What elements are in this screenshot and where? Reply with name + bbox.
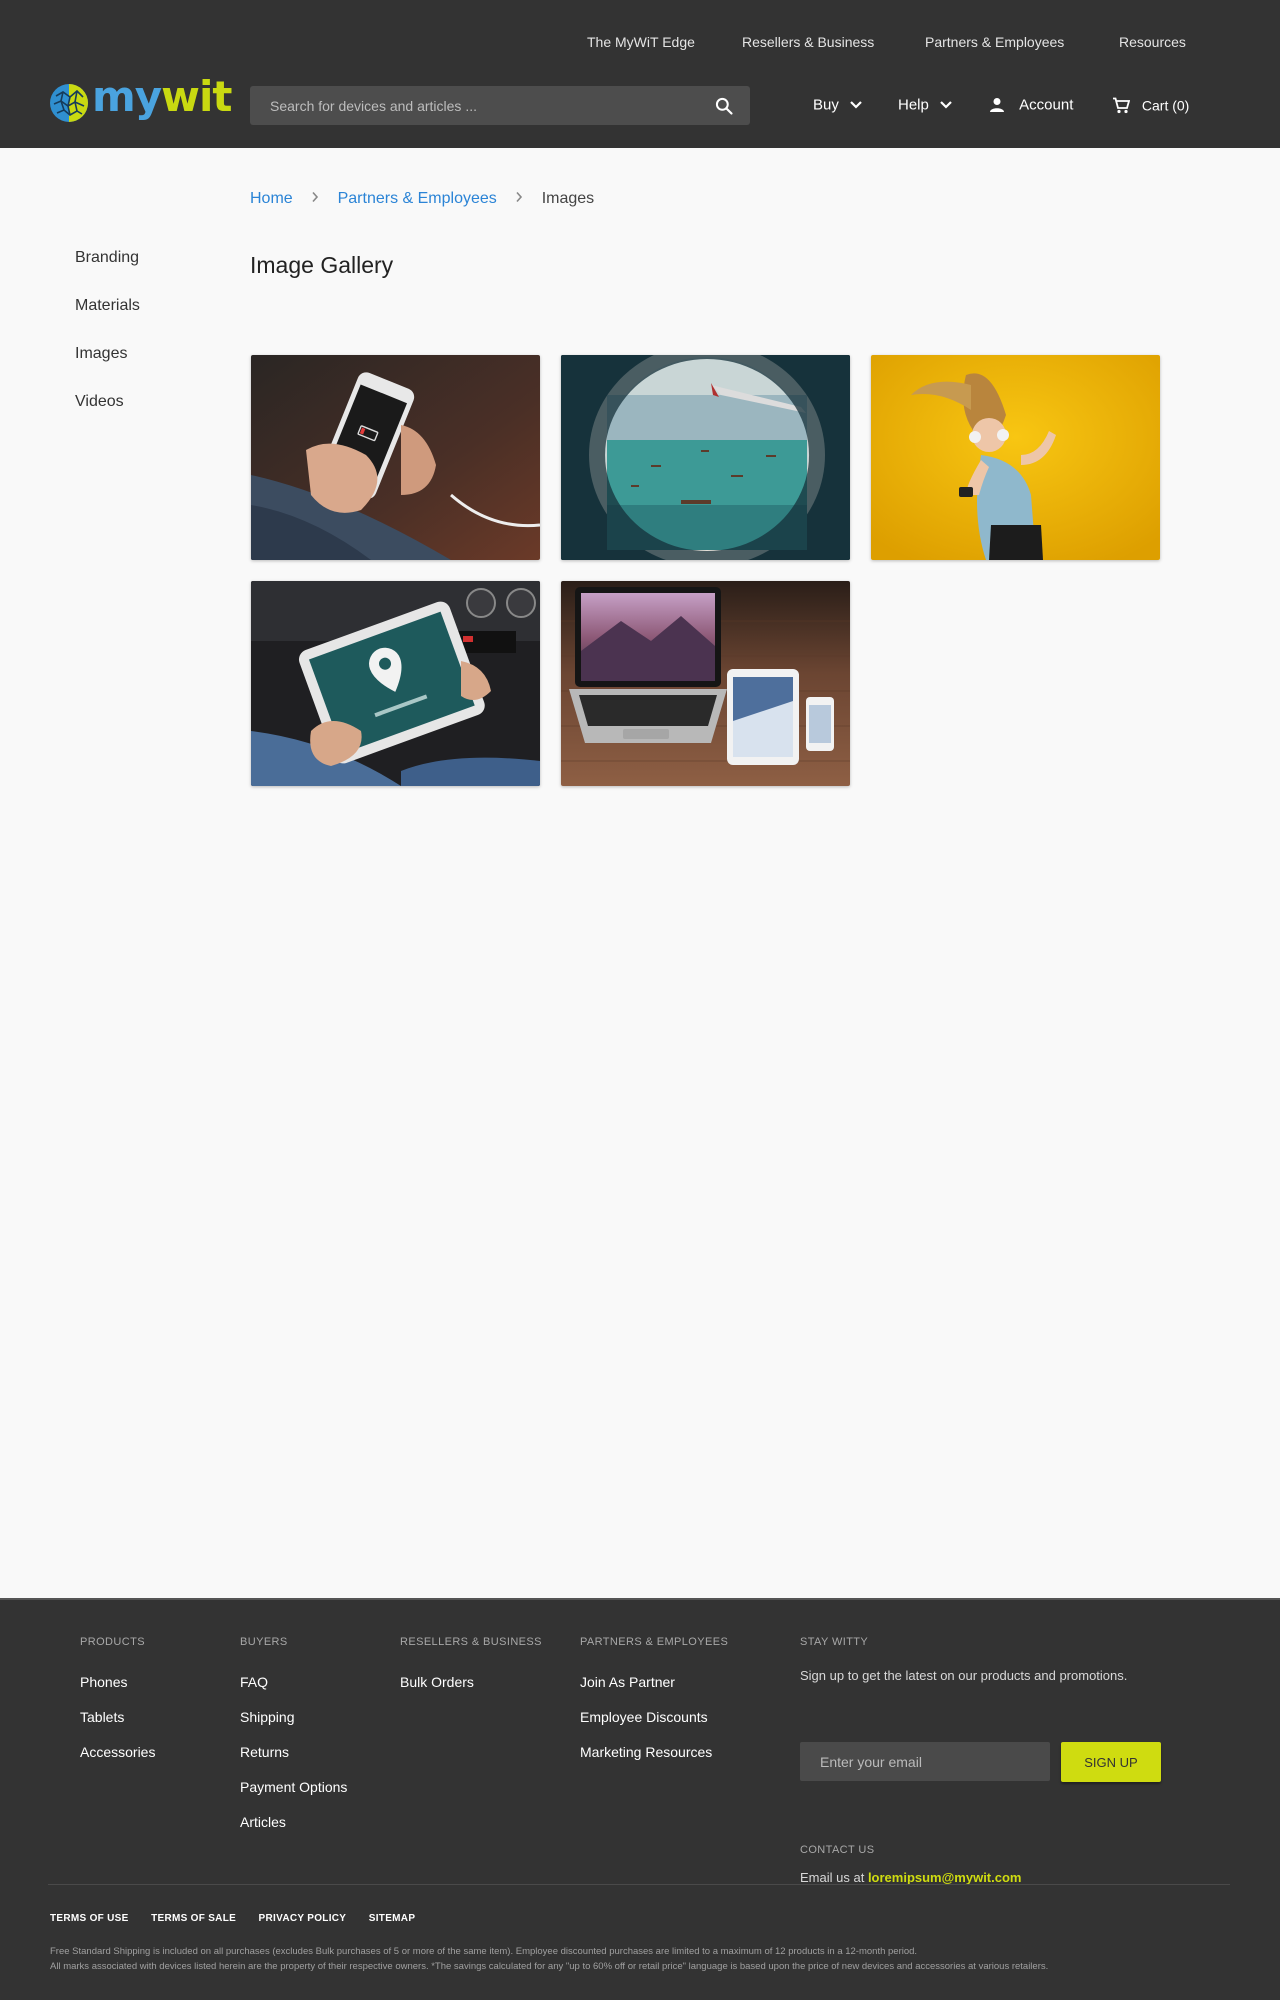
footer-link-shipping[interactable]: Shipping xyxy=(240,1709,347,1744)
sidebar-item-materials[interactable]: Materials xyxy=(75,296,140,344)
search-input[interactable] xyxy=(270,86,700,125)
person-icon xyxy=(990,98,1004,113)
gallery-image-woman-headphones[interactable] xyxy=(871,355,1160,560)
stay-witty-heading: STAY WITTY xyxy=(800,1636,869,1648)
footer-col-heading: PARTNERS & EMPLOYEES xyxy=(580,1636,729,1648)
cart-label: Cart xyxy=(1141,97,1169,114)
chevron-right-icon xyxy=(515,190,523,208)
gallery-image-phone-charging[interactable] xyxy=(251,355,540,560)
site-header: The MyWiT Edge Resellers & Business Part… xyxy=(0,0,1280,148)
footer-col-heading: BUYERS xyxy=(240,1636,288,1648)
gallery-image-airplane-window[interactable] xyxy=(561,355,850,560)
contact-heading: CONTACT US xyxy=(800,1844,875,1856)
top-nav-partners-employees[interactable]: Partners & Employees xyxy=(925,34,1064,50)
footer-link-returns[interactable]: Returns xyxy=(240,1744,347,1779)
privacy-policy-link[interactable]: PRIVACY POLICY xyxy=(259,1913,347,1924)
top-nav-resellers-business[interactable]: Resellers & Business xyxy=(742,34,874,50)
terms-of-use-link[interactable]: TERMS OF USE xyxy=(50,1913,129,1924)
signup-button[interactable]: SIGN UP xyxy=(1061,1742,1161,1782)
top-nav: The MyWiT Edge Resellers & Business Part… xyxy=(0,34,1280,54)
footer-col-partners: PARTNERS & EMPLOYEES Join As Partner Emp… xyxy=(580,1636,728,1779)
fine-print: Free Standard Shipping is included on al… xyxy=(50,1944,1048,1974)
page-title: Image Gallery xyxy=(250,252,394,278)
account-label: Account xyxy=(1019,96,1074,114)
sidebar-item-images[interactable]: Images xyxy=(75,344,140,392)
footer-link-tablets[interactable]: Tablets xyxy=(80,1709,155,1744)
sidebar-nav: Branding Materials Images Videos xyxy=(75,248,140,440)
cart-link[interactable]: Cart (0) xyxy=(1112,96,1189,116)
sitemap-link[interactable]: SITEMAP xyxy=(369,1913,416,1924)
help-menu[interactable]: Help xyxy=(898,96,953,116)
breadcrumb-partners-employees[interactable]: Partners & Employees xyxy=(338,190,497,207)
cart-icon xyxy=(1113,97,1131,113)
gallery-image-laptop-devices[interactable] xyxy=(561,581,850,786)
footer-link-marketing-resources[interactable]: Marketing Resources xyxy=(580,1744,728,1779)
footer-link-articles[interactable]: Articles xyxy=(240,1814,347,1849)
chevron-down-icon xyxy=(940,101,952,109)
gallery-image-tablet-location[interactable] xyxy=(251,581,540,786)
footer-col-heading: PRODUCTS xyxy=(80,1636,145,1648)
footer-col-resellers: RESELLERS & BUSINESS Bulk Orders xyxy=(400,1636,542,1709)
newsletter-text: Sign up to get the latest on our product… xyxy=(800,1668,1128,1683)
help-label: Help xyxy=(898,96,929,114)
top-nav-resources[interactable]: Resources xyxy=(1119,34,1186,50)
site-footer: PRODUCTS Phones Tablets Accessories BUYE… xyxy=(0,1598,1280,2000)
account-link[interactable]: Account xyxy=(989,96,1073,116)
search-icon[interactable] xyxy=(714,96,734,116)
site-logo[interactable]: mywit xyxy=(48,74,232,126)
chevron-down-icon xyxy=(850,101,862,109)
buy-label: Buy xyxy=(813,96,839,114)
footer-link-join-as-partner[interactable]: Join As Partner xyxy=(580,1674,728,1709)
logo-wordmark: mywit xyxy=(92,72,232,121)
footer-col-buyers: BUYERS FAQ Shipping Returns Payment Opti… xyxy=(240,1636,347,1849)
contact-prefix: Email us at xyxy=(800,1870,865,1885)
contact-email-link[interactable]: loremipsum@mywit.com xyxy=(868,1870,1022,1885)
footer-link-employee-discounts[interactable]: Employee Discounts xyxy=(580,1709,728,1744)
breadcrumb: Home Partners & Employees Images xyxy=(250,190,594,208)
contact-line: Email us at loremipsum@mywit.com xyxy=(800,1870,1021,1885)
legal-links: TERMS OF USE TERMS OF SALE PRIVACY POLIC… xyxy=(50,1908,433,1926)
email-field[interactable] xyxy=(800,1742,1050,1781)
cart-count: (0) xyxy=(1172,97,1190,114)
brain-logo-icon xyxy=(50,84,88,122)
sidebar-item-videos[interactable]: Videos xyxy=(75,392,140,440)
footer-link-payment-options[interactable]: Payment Options xyxy=(240,1779,347,1814)
fine-print-line: Free Standard Shipping is included on al… xyxy=(50,1946,918,1957)
footer-link-faq[interactable]: FAQ xyxy=(240,1674,347,1709)
buy-menu[interactable]: Buy xyxy=(813,96,863,116)
footer-link-bulk-orders[interactable]: Bulk Orders xyxy=(400,1674,542,1709)
breadcrumb-current: Images xyxy=(541,190,595,207)
search-bar xyxy=(250,86,750,125)
sidebar-item-branding[interactable]: Branding xyxy=(75,248,140,296)
breadcrumb-home[interactable]: Home xyxy=(250,190,293,207)
footer-link-phones[interactable]: Phones xyxy=(80,1674,155,1709)
footer-link-accessories[interactable]: Accessories xyxy=(80,1744,155,1779)
newsletter-signup: STAY WITTY Sign up to get the latest on … xyxy=(800,1636,1200,1885)
footer-col-heading: RESELLERS & BUSINESS xyxy=(400,1636,542,1648)
fine-print-line: All marks associated with devices listed… xyxy=(50,1961,1049,1972)
footer-divider xyxy=(48,1884,1230,1885)
chevron-right-icon xyxy=(311,190,319,208)
top-nav-mywit-edge[interactable]: The MyWiT Edge xyxy=(587,34,695,50)
footer-col-products: PRODUCTS Phones Tablets Accessories xyxy=(80,1636,155,1779)
terms-of-sale-link[interactable]: TERMS OF SALE xyxy=(151,1913,236,1924)
